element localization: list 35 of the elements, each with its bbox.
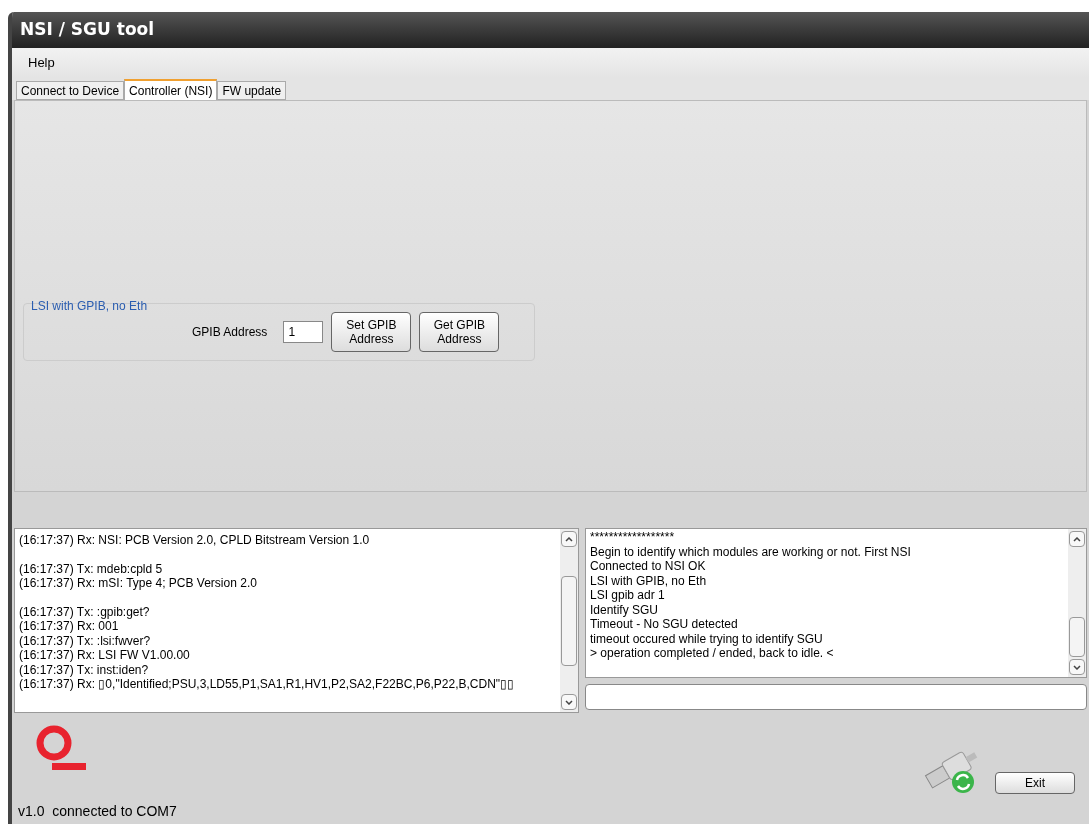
right-log-area[interactable] — [585, 528, 1087, 678]
window-title: NSI / SGU tool — [20, 18, 155, 42]
log-line: Timeout - No SGU detected — [590, 617, 739, 632]
log-line: (16:17:37) Rx: mSI: Type 4; PCB Version 2.0 — [19, 576, 258, 591]
field-label: GPIB Address — [192, 324, 268, 341]
log-line: timeout occured while trying to identify SGU — [590, 631, 824, 646]
exit-button[interactable]: Exit — [995, 772, 1075, 794]
group-title: LSI with GPIB, no Eth — [31, 298, 148, 315]
log-line: Connected to NSI OK — [590, 559, 707, 574]
log-line: > operation completed / ended, back to idle. < — [590, 646, 835, 661]
log-line: Begin to identify which modules are working or not. First NSI — [590, 544, 912, 559]
scrollbar-drawing[interactable] — [1068, 529, 1086, 677]
log-line: (16:17:37) Tx: inst:iden? — [19, 662, 150, 677]
scrollbar-drawing[interactable] — [560, 529, 578, 712]
log-line: (16:17:37) Rx: LSI FW V1.00.00 — [19, 648, 191, 663]
log-line: (16:17:37) Rx: ▯0,"Identified;PSU,3,LD55,P1,SA1,R1,HV1,P2,SA2,F22BC,P6,P22,B,CDN"▯▯ — [19, 677, 516, 692]
tab[interactable]: Controller (NSI) — [124, 79, 218, 101]
log-line: Identify SGU — [590, 602, 660, 617]
status-text: v1.0 connected to COM7 — [18, 802, 177, 821]
log-line: (16:17:37) Rx: NSI: PCB Version 2.0, CPLD Bitstream Version 1.0 — [19, 533, 371, 548]
log-line: LSI gpib adr 1 — [590, 588, 666, 603]
tab[interactable]: FW update — [217, 81, 287, 100]
log-line: LSI with GPIB, no Eth — [590, 573, 708, 588]
log-line: (16:17:37) Tx: :lsi:fwver? — [19, 633, 152, 648]
gpib-button[interactable]: Set GPIB Address — [331, 312, 412, 352]
log-line: (16:17:37) Tx: mdeb:cpld 5 — [19, 561, 164, 576]
gpib-address-field[interactable]: 1 — [283, 321, 324, 343]
gpib-button[interactable]: Get GPIB Address — [419, 312, 500, 352]
log-line: ****************** — [590, 530, 676, 545]
left-log-area[interactable] — [14, 528, 579, 713]
command-input-field[interactable] — [585, 684, 1087, 710]
tab[interactable]: Connect to Device — [16, 81, 125, 100]
menu-item[interactable]: Help — [20, 53, 63, 73]
log-line: (16:17:37) Rx: 001 — [19, 619, 120, 634]
log-line: (16:17:37) Tx: :gpib:get? — [19, 604, 151, 619]
